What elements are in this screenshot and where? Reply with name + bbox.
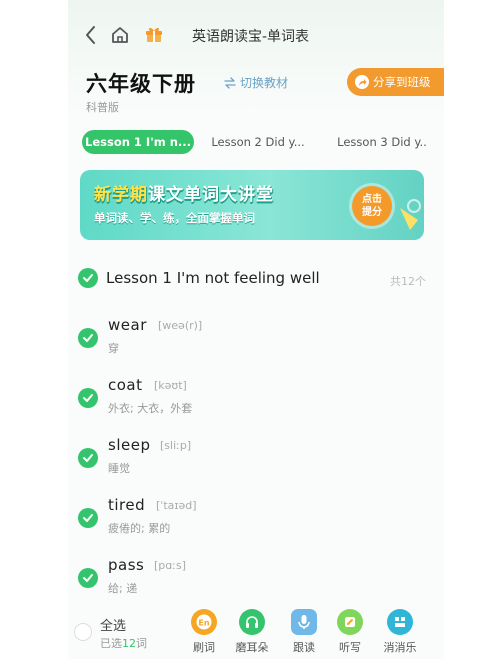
banner-title-highlight: 新学期 xyxy=(94,185,148,205)
tool-match-game[interactable]: 消消乐 xyxy=(380,609,420,655)
banner-decoration-icon xyxy=(400,199,421,230)
tool-listen[interactable]: 磨耳朵 xyxy=(232,609,272,655)
select-all-checkbox[interactable] xyxy=(74,623,92,641)
promo-banner[interactable]: 新学期课文单词大讲堂 单词读、学、练，全面掌握单词 点击提分 xyxy=(80,170,424,240)
selected-count: 已选12词 xyxy=(100,635,147,651)
pencil-icon xyxy=(337,609,363,635)
word-meaning: 疲倦的; 累的 xyxy=(108,522,171,535)
selected-suffix: 词 xyxy=(136,637,147,650)
word-check-icon[interactable] xyxy=(78,568,98,588)
home-icon[interactable] xyxy=(110,25,130,45)
word-text: tired xyxy=(108,496,146,514)
lesson-title: Lesson 1 I'm not feeling well xyxy=(106,269,320,287)
select-all-label[interactable]: 全选 xyxy=(100,615,126,634)
game-icon xyxy=(387,609,413,635)
share-to-class-button[interactable]: 分享到班级 xyxy=(347,68,444,96)
book-title: 六年级下册 xyxy=(86,72,196,96)
tab-lesson-1[interactable]: Lesson 1 I'm n... xyxy=(82,130,194,154)
banner-cta-line2: 提分 xyxy=(362,207,382,218)
word-phonetic: [pɑːs] xyxy=(154,559,186,572)
lesson-header[interactable]: Lesson 1 I'm not feeling well 共12个 xyxy=(78,264,434,292)
word-row[interactable]: tired [ˈtaɪəd] 疲倦的; 累的 xyxy=(78,494,434,546)
selected-number: 12 xyxy=(122,637,136,650)
word-meaning: 睡觉 xyxy=(108,462,130,475)
tool-label: 刷词 xyxy=(193,641,215,654)
word-check-icon[interactable] xyxy=(78,388,98,408)
switch-textbook-button[interactable]: 切换教材 xyxy=(224,74,288,91)
switch-icon xyxy=(224,76,236,89)
banner-subtitle: 单词读、学、练，全面掌握单词 xyxy=(94,211,255,225)
banner-title: 新学期课文单词大讲堂 xyxy=(94,180,274,205)
word-check-icon[interactable] xyxy=(78,328,98,348)
svg-text:En: En xyxy=(198,619,209,628)
lesson-word-count: 共12个 xyxy=(390,275,426,288)
selected-prefix: 已选 xyxy=(100,637,122,650)
bottom-toolbar: 全选 已选12词 En 刷词 磨耳朵 跟读 听写 消消乐 xyxy=(68,605,444,659)
word-row[interactable]: wear [weə(r)] 穿 xyxy=(78,314,434,366)
word-check-icon[interactable] xyxy=(78,508,98,528)
lesson-tabs: Lesson 1 I'm n... Lesson 2 Did y... Less… xyxy=(82,130,444,154)
word-text: pass xyxy=(108,556,145,574)
share-icon xyxy=(355,75,369,89)
tool-label: 消消乐 xyxy=(383,641,417,654)
word-phonetic: [ˈtaɪəd] xyxy=(156,499,197,512)
word-meaning: 外衣; 大衣，外套 xyxy=(108,402,193,415)
word-meaning: 穿 xyxy=(108,342,119,355)
tool-label: 磨耳朵 xyxy=(235,641,269,654)
tab-lesson-3[interactable]: Lesson 3 Did y.. xyxy=(330,130,434,154)
switch-textbook-label: 切换教材 xyxy=(240,76,289,90)
tool-dictation[interactable]: 听写 xyxy=(330,609,370,655)
word-phonetic: [kəʊt] xyxy=(154,379,187,392)
tool-label: 听写 xyxy=(339,641,361,654)
tab-lesson-2[interactable]: Lesson 2 Did y... xyxy=(206,130,310,154)
banner-cta-line1: 点击 xyxy=(362,194,382,205)
share-label: 分享到班级 xyxy=(373,75,431,89)
tool-read-along[interactable]: 跟读 xyxy=(284,609,324,655)
word-row[interactable]: coat [kəʊt] 外衣; 大衣，外套 xyxy=(78,374,434,426)
microphone-icon xyxy=(291,609,317,635)
tool-flash-words[interactable]: En 刷词 xyxy=(184,609,224,655)
word-text: sleep xyxy=(108,436,151,454)
word-en-icon: En xyxy=(191,609,217,635)
word-text: coat xyxy=(108,376,143,394)
top-bar: 英语朗读宝-单词表 xyxy=(68,20,444,50)
word-phonetic: [sliːp] xyxy=(160,439,192,452)
word-check-icon[interactable] xyxy=(78,448,98,468)
word-row[interactable]: pass [pɑːs] 给; 递 xyxy=(78,554,434,606)
back-arrow-icon[interactable] xyxy=(82,24,100,46)
lesson-check-icon[interactable] xyxy=(78,268,98,288)
word-phonetic: [weə(r)] xyxy=(158,319,203,332)
word-text: wear xyxy=(108,316,147,334)
book-edition: 科普版 xyxy=(86,101,119,114)
banner-title-rest: 课文单词大讲堂 xyxy=(148,185,274,205)
word-meaning: 给; 递 xyxy=(108,582,138,595)
tool-label: 跟读 xyxy=(293,641,315,654)
app-screen: 英语朗读宝-单词表 六年级下册 科普版 切换教材 分享到班级 Lesson 1 … xyxy=(68,0,444,659)
app-title: 英语朗读宝-单词表 xyxy=(192,29,310,45)
word-row[interactable]: sleep [sliːp] 睡觉 xyxy=(78,434,434,486)
gift-icon[interactable] xyxy=(144,24,164,44)
headphones-icon xyxy=(239,609,265,635)
banner-cta-button[interactable]: 点击 提分 xyxy=(352,186,392,226)
